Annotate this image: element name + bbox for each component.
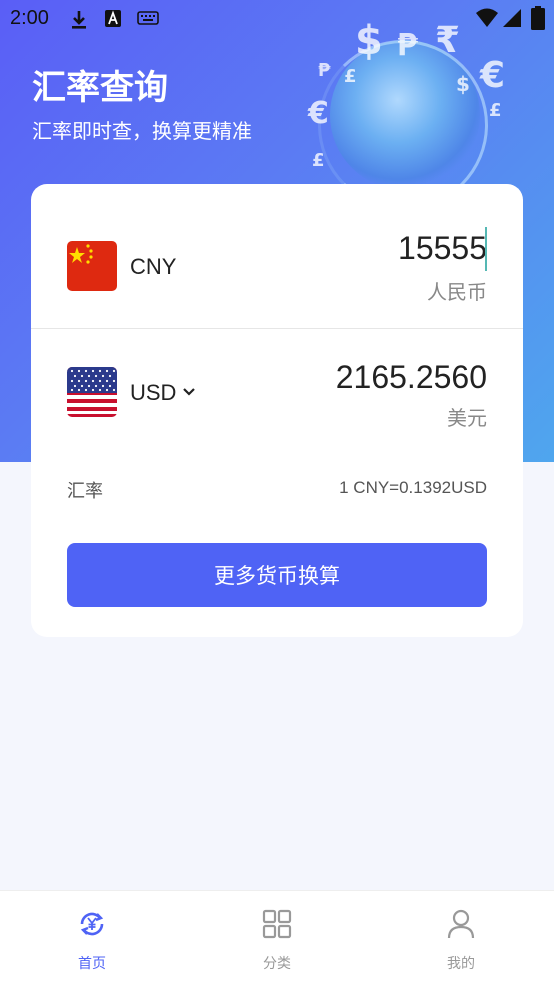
grid-icon	[262, 909, 292, 939]
tab-mine-label: 我的	[447, 956, 475, 972]
tab-category-label: 分类	[263, 956, 291, 972]
pound-symbol-right: £	[489, 100, 502, 121]
pound-symbol-low: £	[312, 150, 325, 171]
rate-value: 1 CNY=0.1392USD	[339, 478, 487, 497]
dollar-symbol-small: $	[456, 72, 470, 96]
battery-icon	[531, 6, 545, 30]
peso-symbol-small: ₱	[318, 60, 331, 81]
tab-category[interactable]: 分类	[185, 891, 369, 984]
page-title: 汇率查询	[32, 68, 168, 108]
text-cursor	[485, 227, 487, 271]
status-time: 2:00	[10, 7, 49, 29]
bottom-tab-bar: 首页 分类 我的	[0, 890, 554, 984]
to-currency-name: 美元	[447, 406, 487, 430]
from-currency-row[interactable]: CNY 15555 人民币	[31, 184, 523, 328]
keyboard-icon	[137, 11, 159, 25]
wifi-icon	[476, 8, 498, 27]
cell-signal-icon	[503, 9, 521, 27]
euro-symbol: €	[480, 55, 506, 96]
to-currency-code: USD	[130, 380, 177, 405]
converted-amount: 2165.2560	[335, 359, 487, 395]
china-flag-icon	[67, 241, 117, 291]
from-currency-name: 人民币	[427, 280, 487, 304]
more-currency-button[interactable]: 更多货币换算	[67, 543, 487, 607]
page-subtitle: 汇率即时查，换算更精准	[32, 119, 252, 143]
converter-card: CNY 15555 人民币 USD 2165.2560 美元 汇率 1 CNY=…	[31, 184, 523, 637]
yuan-exchange-icon	[80, 912, 104, 936]
euro-symbol-left: €	[308, 96, 329, 131]
rate-label: 汇率	[67, 481, 103, 502]
tab-home[interactable]: 首页	[0, 891, 184, 984]
font-app-icon	[105, 10, 121, 27]
usa-flag-icon	[67, 367, 117, 417]
download-icon	[72, 11, 86, 29]
amount-input[interactable]: 15555	[398, 230, 487, 267]
from-currency-code: CNY	[130, 254, 177, 279]
tab-home-label: 首页	[78, 956, 106, 972]
to-currency-row[interactable]: USD 2165.2560 美元	[31, 329, 523, 459]
chevron-down-icon[interactable]	[182, 387, 196, 397]
user-icon	[447, 909, 475, 939]
pound-symbol-small: £	[344, 66, 357, 87]
tab-mine[interactable]: 我的	[369, 891, 553, 984]
status-bar: 2:00	[0, 0, 554, 38]
